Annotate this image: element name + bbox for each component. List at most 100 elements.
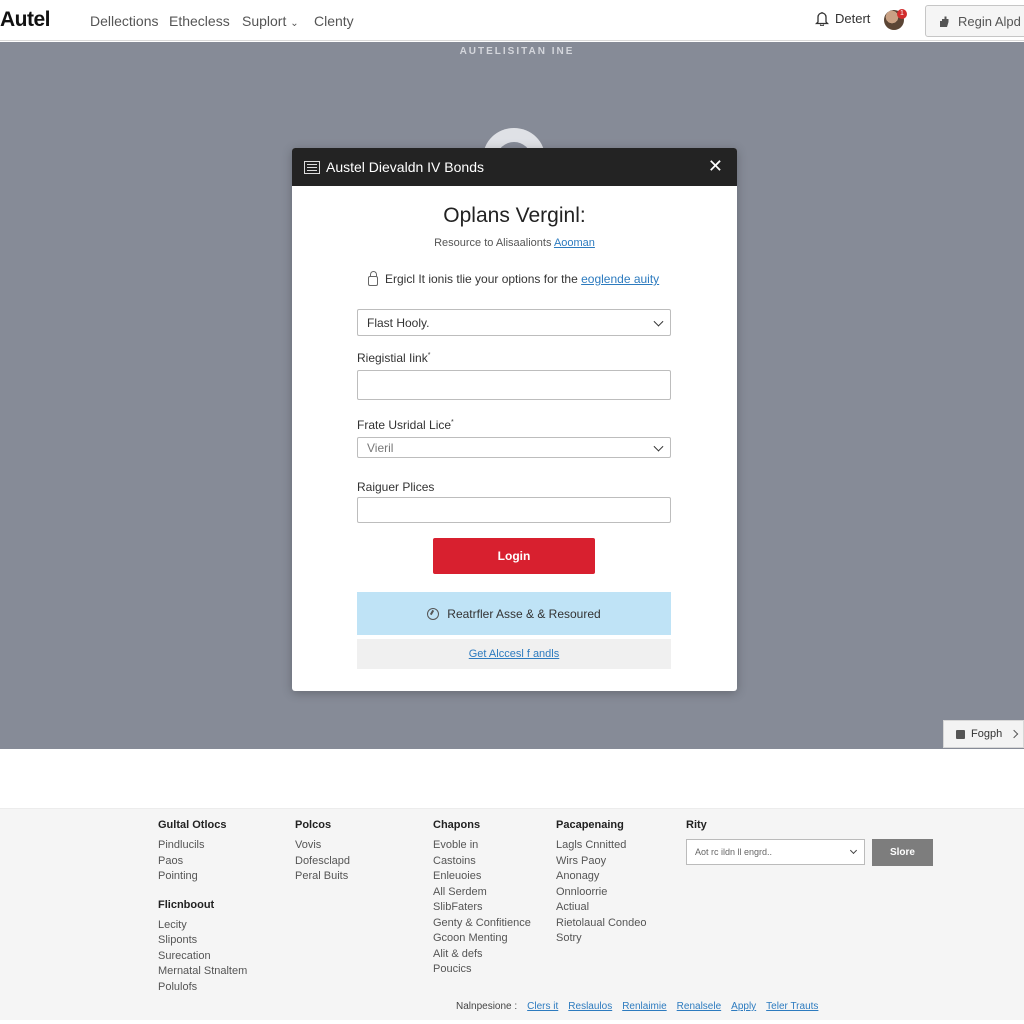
footer-bottom-link[interactable]: Clers it xyxy=(527,1001,558,1012)
modal-info-link[interactable]: eoglende auity xyxy=(581,272,659,286)
footer-link[interactable]: Genty & Confitience xyxy=(433,916,531,932)
login-button-label: Regin Alpd xyxy=(958,13,1021,29)
user-menu[interactable]: Detert xyxy=(815,11,870,26)
chevron-down-icon xyxy=(653,316,664,327)
modal-info-text: Ergicl It ionis tlie your options for th… xyxy=(385,272,578,286)
modal-subtitle-link[interactable]: Aooman xyxy=(554,237,595,249)
footer-bottom-link[interactable]: Renalsele xyxy=(677,1001,721,1012)
footer-link[interactable]: Enleuoies xyxy=(433,869,531,885)
modal-header-title: Austel Dievaldn IV Bonds xyxy=(326,159,484,175)
footer-bottom-link[interactable]: Teler Trauts xyxy=(766,1001,818,1012)
footer-link[interactable]: Paos xyxy=(158,854,247,870)
footer-column-5: Rity xyxy=(686,819,707,838)
footer-link[interactable]: SlibFaters xyxy=(433,900,531,916)
password-input[interactable] xyxy=(357,497,671,523)
brand-logo[interactable]: Autel xyxy=(0,8,51,32)
access-link[interactable]: Get Alccesl f andls xyxy=(357,639,671,669)
footer-link[interactable]: Dofesclapd xyxy=(295,854,350,870)
nav-link-suplort-label: Suplort xyxy=(242,13,287,29)
nav-link-clenty[interactable]: Clenty xyxy=(314,13,354,29)
hand-icon xyxy=(940,16,949,27)
footer-link[interactable]: Alit & defs xyxy=(433,947,531,963)
chevron-down-icon xyxy=(849,846,858,855)
user-name: Detert xyxy=(835,11,871,26)
login-button[interactable]: Regin Alpd xyxy=(925,5,1024,37)
footer-link[interactable]: Pindlucils xyxy=(158,838,247,854)
chevron-right-icon xyxy=(1009,729,1019,739)
footer-bottom-link[interactable]: Apply xyxy=(731,1001,756,1012)
close-icon[interactable]: ✕ xyxy=(708,157,723,175)
modal-info-line: Ergicl It ionis tlie your options for th… xyxy=(368,270,659,286)
required-marker: * xyxy=(427,352,431,359)
footer-link[interactable]: Peral Buits xyxy=(295,869,350,885)
nav-link-dellections[interactable]: Dellections xyxy=(90,13,158,29)
footer-link[interactable]: Actiual xyxy=(556,900,647,916)
registration-link-input[interactable] xyxy=(357,370,671,400)
chevron-down-icon xyxy=(653,441,664,452)
footer-column-title: Rity xyxy=(686,819,707,831)
footer-link[interactable]: All Serdem xyxy=(433,885,531,901)
footer-link[interactable]: Mernatal Stnaltem xyxy=(158,964,247,980)
modal-header: Austel Dievaldn IV Bonds ✕ xyxy=(292,148,737,186)
footer-column-2: Polcos Vovis Dofesclapd Peral Buits xyxy=(295,819,350,885)
footer-link[interactable]: Vovis xyxy=(295,838,350,854)
footer-bottom-link[interactable]: Renlaimie xyxy=(622,1001,666,1012)
login-submit-button[interactable]: Login xyxy=(433,538,595,574)
resource-button[interactable]: Reatrfler Asse & & Resoured xyxy=(357,592,671,635)
footer-column-4: Pacapenaing Lagls Cnnitted Wirs Paoy Ano… xyxy=(556,819,647,947)
footer-region-select[interactable]: Aot rc ildn ll engrd.. xyxy=(686,839,865,865)
usridal-line-label-text: Frate Usridal Lice xyxy=(357,418,452,432)
side-tab-label: Fogph xyxy=(971,728,1003,740)
footer-link[interactable]: Rietolaual Condeo xyxy=(556,916,647,932)
registration-link-label-text: Riegistial Iink xyxy=(357,351,428,365)
footer-region-select-value: Aot rc ildn ll engrd.. xyxy=(695,847,773,857)
footer-link[interactable]: Polulofs xyxy=(158,980,247,996)
document-icon xyxy=(956,729,965,739)
backdrop-caption: AUTELISITAN INE xyxy=(459,46,575,57)
footer-link[interactable]: Sliponts xyxy=(158,933,247,949)
usridal-line-label: Frate Usridal Lice* xyxy=(357,418,454,432)
nav-link-ethecless[interactable]: Ethecless xyxy=(169,13,230,29)
footer-column-title: Gultal Otlocs xyxy=(158,819,227,831)
footer-link[interactable]: Lecity xyxy=(158,918,247,934)
nav-link-suplort[interactable]: Suplort ⌄ xyxy=(242,13,299,29)
footer-bottom-links: Nalnpesione : Clers it Reslaulos Renlaim… xyxy=(456,1001,818,1012)
footer-link[interactable]: Wirs Paoy xyxy=(556,854,647,870)
footer-bottom-link[interactable]: Reslaulos xyxy=(568,1001,612,1012)
footer-column-title: Flicnboout xyxy=(158,898,215,911)
footer-link[interactable]: Castoins xyxy=(433,854,531,870)
lock-icon xyxy=(368,270,378,286)
window-icon xyxy=(304,160,320,174)
footer-link[interactable]: Lagls Cnnitted xyxy=(556,838,647,854)
account-type-select-value: Flast Hooly. xyxy=(367,315,430,330)
modal-subtitle: Resource to Alisaalionts Aooman xyxy=(292,237,737,249)
registration-link-label: Riegistial Iink* xyxy=(357,351,430,365)
footer-bottom-label: Nalnpesione : xyxy=(456,1001,518,1012)
password-label: Raiguer Plices xyxy=(357,480,435,494)
usridal-line-select[interactable]: Vieril xyxy=(357,437,671,458)
bell-icon xyxy=(815,12,829,26)
footer-link[interactable]: Anonagy xyxy=(556,869,647,885)
modal-subtitle-text: Resource to Alisaalionts xyxy=(434,237,552,249)
account-type-select[interactable]: Flast Hooly. xyxy=(357,309,671,336)
footer-column-title: Chapons xyxy=(433,819,481,831)
footer-link[interactable]: Gcoon Menting xyxy=(433,931,531,947)
footer-link[interactable]: Onnloorrie xyxy=(556,885,647,901)
notification-badge: 1 xyxy=(897,9,907,19)
footer-link[interactable]: Sotry xyxy=(556,931,647,947)
footer-column-1: Gultal Otlocs Pindlucils Paos Pointing F… xyxy=(158,819,247,995)
footer: Gultal Otlocs Pindlucils Paos Pointing F… xyxy=(0,808,1024,1020)
footer-column-title: Polcos xyxy=(295,819,332,831)
side-feedback-tab[interactable]: Fogph xyxy=(943,720,1024,748)
footer-link[interactable]: Surecation xyxy=(158,949,247,965)
required-marker: * xyxy=(451,419,454,426)
store-button[interactable]: Slore xyxy=(872,839,933,866)
login-modal: Austel Dievaldn IV Bonds ✕ Oplans Vergin… xyxy=(292,148,737,691)
gauge-icon xyxy=(427,607,440,620)
usridal-line-select-value: Vieril xyxy=(367,440,394,455)
footer-link[interactable]: Evoble in xyxy=(433,838,531,854)
resource-button-label: Reatrfler Asse & & Resoured xyxy=(447,606,601,621)
footer-link[interactable]: Pointing xyxy=(158,869,247,885)
footer-link[interactable]: Poucics xyxy=(433,962,531,978)
footer-column-title: Pacapenaing xyxy=(556,819,624,831)
